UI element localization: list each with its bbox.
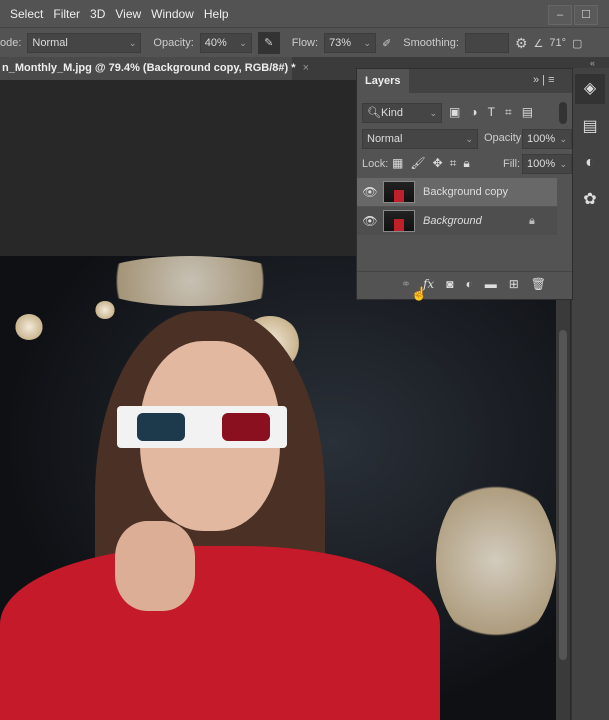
new-adjustment-layer-icon[interactable]: ◐: [465, 277, 472, 291]
visibility-eye-icon[interactable]: 👁︎: [357, 214, 383, 228]
layers-tab[interactable]: Layers: [357, 69, 409, 93]
pressure-size-icon[interactable]: ▢: [572, 37, 582, 50]
opacity-label: Opacity:: [153, 37, 194, 49]
link-layers-icon[interactable]: ⚭: [401, 277, 411, 291]
chevron-down-icon: ⌄: [239, 38, 247, 48]
layer-thumbnail: [383, 181, 415, 203]
filter-kind-select[interactable]: 🔍︎Kind ⌄: [362, 103, 442, 123]
lock-all-icon[interactable]: 🔒︎: [463, 156, 476, 170]
maximize-button[interactable]: ☐: [574, 5, 598, 25]
menu-help[interactable]: Help: [204, 7, 229, 21]
filter-icons[interactable]: ▣◑T⌗▤: [449, 105, 543, 120]
fill-value: 100%: [527, 158, 556, 170]
add-mask-icon[interactable]: ◙: [446, 277, 453, 291]
adjustment-filter-icon[interactable]: ◑: [470, 105, 487, 119]
collapse-dock-icon[interactable]: «: [590, 58, 595, 68]
hand-cursor-icon: ☝: [411, 286, 428, 301]
layers-footer: ⚭ fx ◙ ◐ ▬ ⊞ 🗑︎: [357, 271, 572, 295]
angle-icon: ∠: [533, 37, 544, 50]
canvas-image[interactable]: [0, 256, 556, 720]
type-filter-icon[interactable]: T: [488, 105, 505, 119]
mode-select[interactable]: Normal ⌄: [27, 33, 142, 53]
smart-object-filter-icon[interactable]: ▤: [522, 105, 543, 119]
lock-icon: 🔒︎: [529, 214, 535, 227]
gear-icon[interactable]: ⚙: [515, 35, 528, 52]
scrollbar-thumb[interactable]: [559, 330, 567, 660]
opacity-field[interactable]: 40% ⌄: [199, 33, 252, 53]
lock-position-icon[interactable]: ✥: [433, 156, 450, 170]
filter-kind-value: Kind: [380, 107, 403, 119]
smoothing-field[interactable]: [464, 33, 509, 53]
delete-layer-icon[interactable]: 🗑︎: [531, 277, 546, 291]
libraries-icon[interactable]: ▤: [575, 112, 605, 142]
flow-value: 73%: [329, 37, 352, 49]
channels-icon[interactable]: ✿: [575, 185, 605, 215]
document-tab[interactable]: n_Monthly_M.jpg @ 79.4% (Background copy…: [0, 57, 309, 80]
layer-thumbnail: [383, 210, 415, 232]
lock-transparent-icon[interactable]: ▦: [392, 156, 410, 170]
layer-opacity-field[interactable]: 100% ⌄: [522, 129, 572, 149]
image-filter-icon[interactable]: ▣: [449, 105, 470, 119]
panel-expand-icon[interactable]: » | ≡: [533, 74, 555, 86]
layers-panel-icon[interactable]: ◈: [575, 74, 605, 104]
opacity-value: 40%: [204, 37, 227, 49]
blend-mode-value: Normal: [367, 133, 403, 145]
lock-label: Lock:: [362, 158, 389, 170]
layers-panel: Layers » | ≡ 🔍︎Kind ⌄ ▣◑T⌗▤ Normal ⌄ Opaci…: [356, 68, 573, 300]
chevron-down-icon: ⌄: [465, 134, 473, 144]
layer-name: Background: [423, 215, 482, 227]
chevron-down-icon: ⌄: [429, 108, 437, 118]
airbrush-icon[interactable]: ✐: [382, 37, 391, 50]
lock-icons: ▦🖌︎✥⌗🔒︎: [392, 156, 477, 171]
lock-artboard-icon[interactable]: ⌗: [450, 156, 464, 170]
document-title: n_Monthly_M.jpg @ 79.4% (Background copy…: [2, 62, 296, 74]
lock-pixels-icon[interactable]: 🖌︎: [410, 156, 432, 170]
menu-window[interactable]: Window: [151, 7, 194, 21]
menu-filter[interactable]: Filter: [53, 7, 80, 21]
mode-label: ode:: [0, 37, 22, 49]
minimize-button[interactable]: –: [548, 5, 572, 25]
menu-view[interactable]: View: [115, 7, 141, 21]
layer-name: Background copy: [423, 186, 508, 198]
menu-3d[interactable]: 3D: [90, 7, 105, 21]
menu-select[interactable]: Select: [10, 7, 43, 21]
smoothing-label: Smoothing:: [403, 37, 459, 49]
chevron-down-icon: ⌄: [559, 134, 567, 144]
shape-filter-icon[interactable]: ⌗: [505, 105, 522, 119]
flow-label: Flow:: [291, 37, 319, 49]
opacity-label: Opacity:: [484, 132, 525, 144]
layer-row-background[interactable]: 👁︎ Background 🔒︎: [357, 207, 557, 235]
visibility-eye-icon[interactable]: 👁︎: [357, 185, 383, 199]
flow-field[interactable]: 73% ⌄: [324, 33, 377, 53]
angle-value[interactable]: 71°: [549, 37, 566, 49]
adjustments-icon[interactable]: ◐: [575, 148, 605, 178]
fill-label: Fill:: [503, 158, 521, 170]
menu-bar: Select Filter 3D View Window Help: [0, 0, 609, 27]
layer-opacity-value: 100%: [527, 133, 556, 145]
layer-row-background-copy[interactable]: 👁︎ Background copy: [357, 178, 557, 206]
new-group-icon[interactable]: ▬: [485, 277, 497, 291]
chevron-down-icon: ⌄: [363, 38, 372, 48]
pressure-opacity-icon[interactable]: ✎: [257, 32, 280, 54]
options-bar: ode: Normal ⌄ Opacity: 40% ⌄ ✎ Flow: 73% ⌄ …: [0, 27, 609, 58]
blend-mode-select[interactable]: Normal ⌄: [362, 129, 478, 149]
chevron-down-icon: ⌄: [128, 38, 137, 48]
mode-value: Normal: [32, 37, 68, 49]
filter-toggle[interactable]: [559, 102, 567, 124]
search-icon: 🔍︎Kind: [367, 107, 403, 119]
fill-field[interactable]: 100% ⌄: [522, 154, 572, 174]
chevron-down-icon: ⌄: [559, 159, 567, 169]
close-icon[interactable]: ×: [303, 62, 309, 74]
new-layer-icon[interactable]: ⊞: [509, 277, 519, 291]
